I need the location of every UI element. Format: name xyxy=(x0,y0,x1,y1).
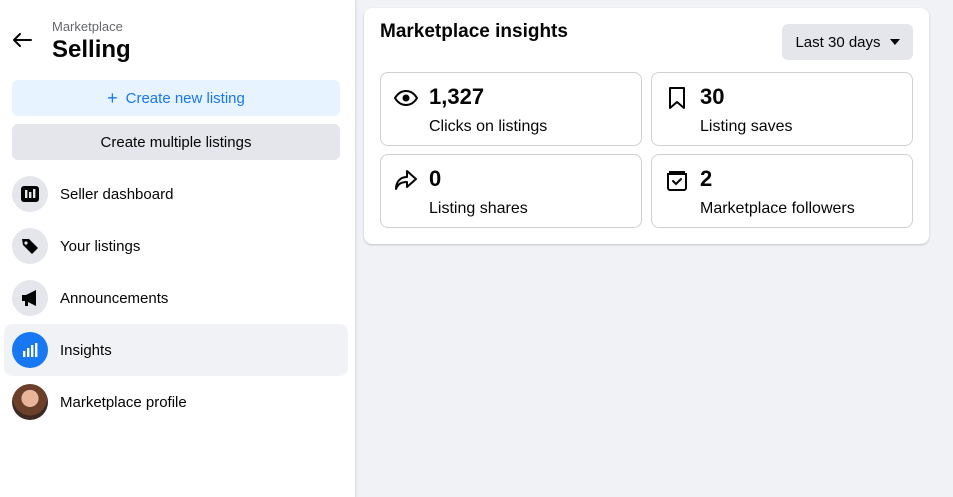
sidebar-item-label: Your listings xyxy=(60,237,141,255)
sidebar-item-label: Marketplace profile xyxy=(60,393,187,411)
avatar xyxy=(12,384,48,420)
stat-value: 30 xyxy=(700,84,725,109)
sidebar-item-announcements[interactable]: Announcements xyxy=(4,272,348,324)
bookmark-icon xyxy=(664,86,690,110)
sidebar-item-insights[interactable]: Insights xyxy=(4,324,348,376)
page-title: Selling xyxy=(52,36,131,63)
stat-value: 0 xyxy=(429,166,442,191)
plus-icon: + xyxy=(107,88,118,108)
tag-icon xyxy=(12,228,48,264)
stat-label: Listing saves xyxy=(700,118,793,135)
sidebar: Marketplace Selling + Create new listing… xyxy=(0,0,356,497)
stat-shares: 0 Listing shares xyxy=(380,154,642,228)
stat-value: 2 xyxy=(700,166,713,191)
sidebar-item-seller-dashboard[interactable]: Seller dashboard xyxy=(4,168,348,220)
create-new-listing-button[interactable]: + Create new listing xyxy=(12,80,340,116)
create-new-listing-label: Create new listing xyxy=(125,89,245,107)
sidebar-item-your-listings[interactable]: Your listings xyxy=(4,220,348,272)
sidebar-item-label: Insights xyxy=(60,341,112,359)
stat-followers: 2 Marketplace followers xyxy=(651,154,913,228)
stat-clicks: 1,327 Clicks on listings xyxy=(380,72,642,146)
eye-icon xyxy=(393,86,419,110)
stat-label: Marketplace followers xyxy=(700,200,855,217)
sidebar-item-label: Seller dashboard xyxy=(60,185,174,203)
megaphone-icon xyxy=(12,280,48,316)
bar-chart-icon xyxy=(12,332,48,368)
date-range-label: Last 30 days xyxy=(795,33,881,51)
stat-saves: 30 Listing saves xyxy=(651,72,913,146)
insights-card: Marketplace insights Last 30 days 1,327 … xyxy=(364,8,929,244)
card-title: Marketplace insights xyxy=(380,21,568,42)
dashboard-icon xyxy=(12,176,48,212)
create-multiple-listings-button[interactable]: Create multiple listings xyxy=(12,124,340,160)
create-multiple-listings-label: Create multiple listings xyxy=(100,133,252,151)
date-range-dropdown[interactable]: Last 30 days xyxy=(782,24,913,60)
caret-down-icon xyxy=(889,39,900,45)
back-arrow-icon[interactable] xyxy=(8,28,36,52)
stat-value: 1,327 xyxy=(429,84,485,109)
sidebar-item-label: Announcements xyxy=(60,289,169,307)
share-icon xyxy=(393,168,419,192)
breadcrumb[interactable]: Marketplace xyxy=(52,19,123,34)
stat-label: Listing shares xyxy=(429,200,528,217)
store-icon xyxy=(664,168,690,192)
stat-label: Clicks on listings xyxy=(429,118,548,135)
sidebar-item-marketplace-profile[interactable]: Marketplace profile xyxy=(4,376,348,428)
